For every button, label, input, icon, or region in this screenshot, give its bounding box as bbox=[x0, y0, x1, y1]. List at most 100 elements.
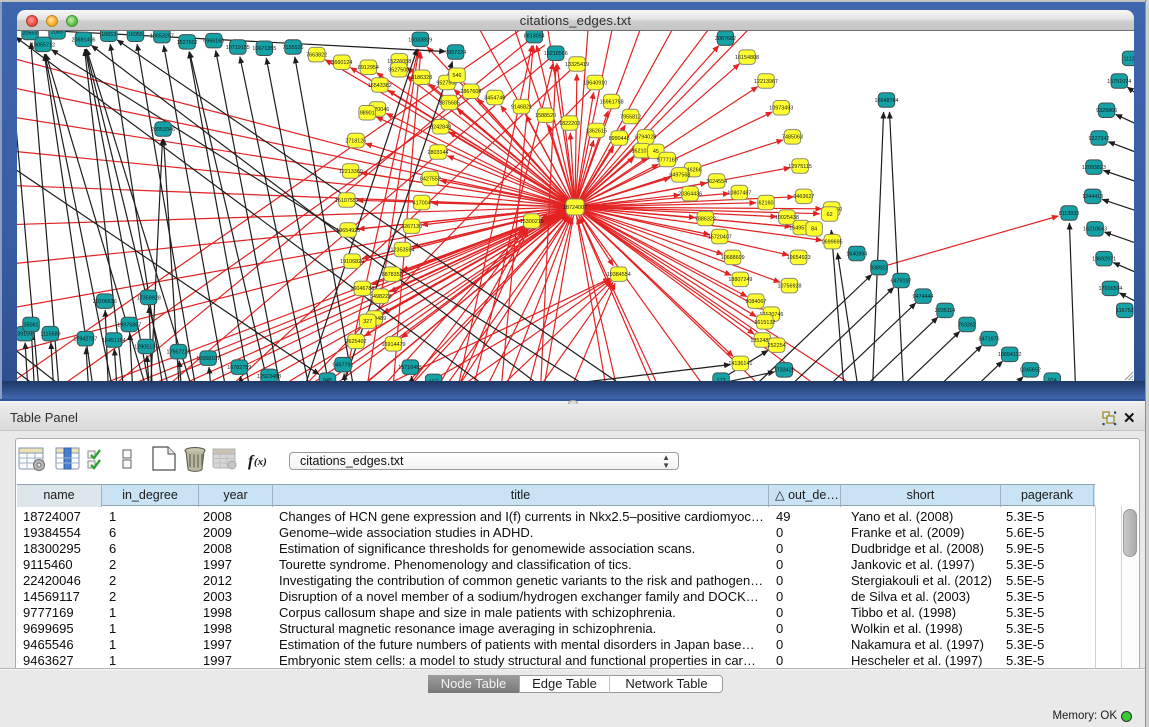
svg-text:1615132: 1615132 bbox=[754, 320, 775, 326]
svg-text:173: 173 bbox=[717, 378, 726, 381]
svg-text:8113933: 8113933 bbox=[1059, 211, 1080, 217]
svg-text:7886322: 7886322 bbox=[695, 216, 716, 222]
svg-text:157: 157 bbox=[429, 379, 438, 381]
svg-text:11123: 11123 bbox=[1123, 56, 1134, 62]
svg-text:1115689: 1115689 bbox=[40, 332, 60, 338]
svg-text:17016504: 17016504 bbox=[1099, 286, 1123, 292]
svg-text:16451194: 16451194 bbox=[102, 338, 126, 344]
svg-text:6794028: 6794028 bbox=[635, 135, 656, 141]
svg-text:39159: 39159 bbox=[17, 332, 32, 338]
svg-text:10688609: 10688609 bbox=[721, 255, 745, 261]
svg-text:9777169: 9777169 bbox=[657, 158, 678, 164]
svg-text:20053346: 20053346 bbox=[151, 127, 175, 133]
svg-text:8427552: 8427552 bbox=[420, 177, 441, 183]
svg-text:0699695: 0699695 bbox=[822, 240, 843, 246]
svg-text:16648784: 16648784 bbox=[875, 98, 899, 104]
svg-text:3267130: 3267130 bbox=[401, 224, 422, 230]
svg-text:8454749: 8454749 bbox=[484, 96, 505, 102]
svg-text:9329966: 9329966 bbox=[1096, 108, 1117, 114]
svg-text:15716485: 15716485 bbox=[398, 365, 422, 371]
svg-text:10653: 10653 bbox=[101, 32, 116, 38]
svg-text:1527602: 1527602 bbox=[177, 40, 198, 46]
svg-text:12975115: 12975115 bbox=[788, 164, 812, 170]
svg-text:15300215: 15300215 bbox=[520, 219, 544, 225]
svg-text:62: 62 bbox=[827, 212, 833, 218]
svg-text:16210643: 16210643 bbox=[1083, 227, 1107, 233]
svg-text:2867608: 2867608 bbox=[460, 89, 481, 95]
svg-text:19055712: 19055712 bbox=[31, 42, 55, 48]
svg-text:116753: 116753 bbox=[1116, 308, 1134, 314]
svg-text:9245652: 9245652 bbox=[1020, 368, 1041, 374]
svg-text:1362615: 1362615 bbox=[586, 128, 607, 134]
svg-text:7155526: 7155526 bbox=[283, 45, 304, 51]
svg-text:3875685: 3875685 bbox=[439, 101, 460, 107]
svg-text:9084067: 9084067 bbox=[745, 299, 766, 305]
svg-text:2069: 2069 bbox=[51, 31, 63, 36]
svg-text:16914479: 16914479 bbox=[382, 342, 406, 348]
svg-text:417004: 417004 bbox=[413, 201, 431, 207]
svg-text:19654925: 19654925 bbox=[336, 228, 360, 234]
svg-text:8813054: 8813054 bbox=[524, 34, 545, 40]
svg-text:2803144: 2803144 bbox=[428, 150, 449, 156]
svg-text:18724007: 18724007 bbox=[563, 205, 587, 211]
svg-text:9463627: 9463627 bbox=[793, 194, 814, 200]
svg-text:6966160: 6966160 bbox=[203, 39, 224, 45]
svg-text:20206536: 20206536 bbox=[93, 299, 117, 305]
svg-text:10807487: 10807487 bbox=[727, 190, 751, 196]
svg-text:8660124: 8660124 bbox=[331, 60, 352, 66]
svg-text:1588520: 1588520 bbox=[535, 113, 556, 119]
svg-text:7955812: 7955812 bbox=[620, 115, 641, 121]
svg-text:19218506: 19218506 bbox=[544, 51, 568, 57]
svg-text:7857224: 7857224 bbox=[445, 50, 466, 56]
svg-text:10671355: 10671355 bbox=[252, 46, 276, 52]
svg-text:16543382: 16543382 bbox=[368, 83, 392, 89]
svg-text:10653257: 10653257 bbox=[150, 34, 174, 40]
svg-text:938923: 938923 bbox=[870, 266, 888, 272]
svg-text:8878352: 8878352 bbox=[382, 272, 403, 278]
svg-text:9242848: 9242848 bbox=[430, 125, 451, 131]
svg-text:15751074: 15751074 bbox=[1107, 79, 1131, 85]
svg-text:9474444: 9474444 bbox=[913, 294, 934, 300]
svg-text:17942787: 17942787 bbox=[73, 337, 97, 343]
svg-text:12923468: 12923468 bbox=[257, 374, 281, 380]
svg-text:16107552: 16107552 bbox=[335, 198, 359, 204]
svg-text:9146821: 9146821 bbox=[511, 104, 532, 110]
svg-text:1822203: 1822203 bbox=[559, 121, 580, 127]
svg-text:6497568: 6497568 bbox=[669, 173, 690, 179]
svg-text:327: 327 bbox=[363, 319, 372, 325]
svg-text:8471676: 8471676 bbox=[979, 337, 1000, 343]
svg-text:45: 45 bbox=[653, 149, 659, 155]
svg-text:8912954: 8912954 bbox=[358, 65, 379, 71]
svg-text:14136141: 14136141 bbox=[728, 361, 752, 367]
svg-text:7485063: 7485063 bbox=[782, 135, 803, 141]
svg-text:9227342: 9227342 bbox=[1089, 136, 1110, 142]
svg-text:98901: 98901 bbox=[360, 111, 375, 117]
svg-text:16154808: 16154808 bbox=[735, 55, 759, 61]
svg-text:1244413: 1244413 bbox=[1082, 194, 1103, 200]
svg-text:17359928: 17359928 bbox=[137, 295, 161, 301]
svg-text:16033809: 16033809 bbox=[408, 37, 432, 43]
svg-text:20691406: 20691406 bbox=[72, 37, 96, 43]
svg-text:16961758: 16961758 bbox=[600, 99, 624, 105]
svg-text:18640910: 18640910 bbox=[583, 80, 607, 86]
svg-text:252254: 252254 bbox=[768, 343, 786, 349]
svg-text:16782759: 16782759 bbox=[227, 365, 251, 371]
svg-text:12213967: 12213967 bbox=[754, 79, 778, 85]
svg-text:(x): (x) bbox=[254, 456, 267, 468]
svg-text:13325419: 13325419 bbox=[565, 62, 589, 68]
svg-text:20364436: 20364436 bbox=[678, 192, 702, 198]
svg-text:546: 546 bbox=[453, 73, 462, 79]
svg-text:763262: 763262 bbox=[958, 322, 976, 328]
svg-text:9527500: 9527500 bbox=[388, 68, 409, 74]
svg-text:1733426: 1733426 bbox=[774, 368, 795, 374]
svg-text:19106829: 19106829 bbox=[340, 259, 364, 265]
svg-text:5498222: 5498222 bbox=[370, 294, 391, 300]
svg-text:12093823: 12093823 bbox=[1082, 165, 1106, 171]
svg-text:19692971: 19692971 bbox=[1092, 257, 1116, 263]
svg-text:19975867: 19975867 bbox=[117, 322, 141, 328]
svg-text:20553: 20553 bbox=[23, 31, 38, 36]
svg-text:16055: 16055 bbox=[128, 32, 143, 38]
svg-text:2087682: 2087682 bbox=[715, 36, 736, 42]
svg-text:945: 945 bbox=[323, 378, 332, 381]
svg-text:84: 84 bbox=[811, 227, 817, 233]
